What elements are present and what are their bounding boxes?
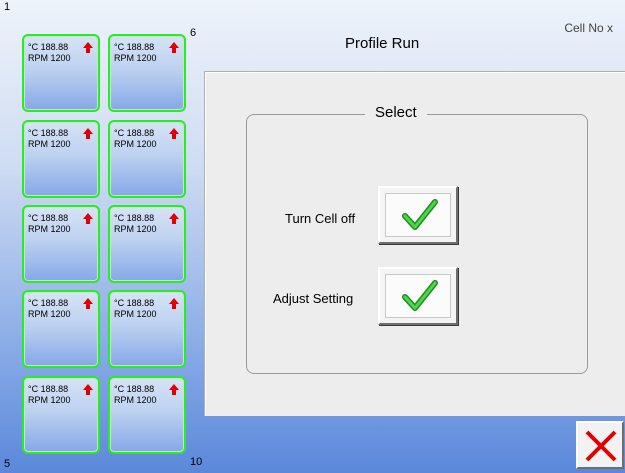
turn-cell-off-button[interactable] xyxy=(378,186,458,244)
up-arrow-icon xyxy=(83,213,93,224)
cell-temp: °C 188.88 xyxy=(28,42,69,52)
cell-temp: °C 188.88 xyxy=(114,213,155,223)
cell-number-label: Cell No x xyxy=(564,21,613,35)
up-arrow-icon xyxy=(169,384,179,395)
cell-rpm: RPM 1200 xyxy=(28,309,71,319)
close-x-icon xyxy=(585,430,617,462)
up-arrow-icon xyxy=(83,298,93,309)
corner-label-bottom-left: 5 xyxy=(4,458,11,470)
cell-tile-9[interactable]: °C 188.88 RPM 1200 xyxy=(108,290,186,368)
cell-tile-1[interactable]: °C 188.88 RPM 1200 xyxy=(22,34,100,112)
cell-temp: °C 188.88 xyxy=(114,42,155,52)
corner-label-bottom-right: 10 xyxy=(190,456,203,468)
cell-temp: °C 188.88 xyxy=(28,298,69,308)
cell-rpm: RPM 1200 xyxy=(28,139,71,149)
close-button[interactable] xyxy=(576,421,624,469)
up-arrow-icon xyxy=(169,128,179,139)
cell-rpm: RPM 1200 xyxy=(114,224,157,234)
cell-temp: °C 188.88 xyxy=(114,298,155,308)
cell-tile-5[interactable]: °C 188.88 RPM 1200 xyxy=(22,376,100,454)
cell-rpm: RPM 1200 xyxy=(114,309,157,319)
checkmark-icon xyxy=(402,280,438,311)
select-groupbox xyxy=(246,114,588,374)
cell-tile-2[interactable]: °C 188.88 RPM 1200 xyxy=(22,120,100,198)
cell-tile-4[interactable]: °C 188.88 RPM 1200 xyxy=(22,290,100,368)
cell-tile-7[interactable]: °C 188.88 RPM 1200 xyxy=(108,120,186,198)
cell-temp: °C 188.88 xyxy=(28,213,69,223)
cell-temp: °C 188.88 xyxy=(114,128,155,138)
up-arrow-icon xyxy=(169,42,179,53)
cell-rpm: RPM 1200 xyxy=(114,53,157,63)
cell-rpm: RPM 1200 xyxy=(28,395,71,405)
cell-tile-8[interactable]: °C 188.88 RPM 1200 xyxy=(108,205,186,283)
cell-rpm: RPM 1200 xyxy=(28,53,71,63)
up-arrow-icon xyxy=(169,213,179,224)
cell-temp: °C 188.88 xyxy=(28,128,69,138)
adjust-setting-button[interactable] xyxy=(378,267,458,325)
up-arrow-icon xyxy=(169,298,179,309)
cell-temp: °C 188.88 xyxy=(114,384,155,394)
turn-cell-off-label: Turn Cell off xyxy=(285,211,356,226)
up-arrow-icon xyxy=(83,42,93,53)
up-arrow-icon xyxy=(83,128,93,139)
cell-rpm: RPM 1200 xyxy=(114,395,157,405)
cell-tile-3[interactable]: °C 188.88 RPM 1200 xyxy=(22,205,100,283)
cell-rpm: RPM 1200 xyxy=(28,224,71,234)
corner-label-top-right: 6 xyxy=(190,27,197,39)
cell-tile-10[interactable]: °C 188.88 RPM 1200 xyxy=(108,376,186,454)
page-title: Profile Run xyxy=(345,35,420,52)
corner-label-top-left: 1 xyxy=(4,1,11,13)
adjust-setting-label: Adjust Setting xyxy=(273,291,354,306)
up-arrow-icon xyxy=(83,384,93,395)
screen-background: 1 6 5 10 °C 188.88 RPM 1200 °C 188.88 RP… xyxy=(0,0,625,473)
cell-temp: °C 188.88 xyxy=(28,384,69,394)
cell-tile-6[interactable]: °C 188.88 RPM 1200 xyxy=(108,34,186,112)
cell-rpm: RPM 1200 xyxy=(114,139,157,149)
checkmark-icon xyxy=(402,199,438,230)
select-group-legend: Select xyxy=(365,104,427,121)
